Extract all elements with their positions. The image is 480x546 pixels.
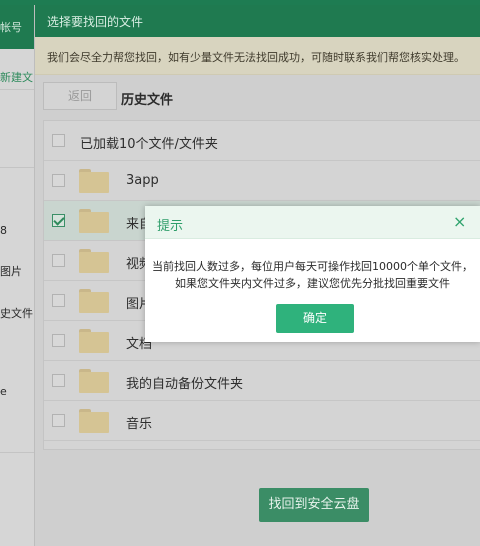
sidebar-divider: [0, 167, 34, 168]
alert-dialog: 提示 × 当前找回人数过多，每位用户每天可操作找回10000个单个文件， 如果您…: [145, 206, 480, 342]
loaded-count-label: 已加载10个文件/文件夹: [80, 137, 218, 152]
dialog-title: 选择要找回的文件: [47, 15, 144, 29]
app-header-left: 帐号: [0, 5, 34, 49]
sidebar-divider: [0, 89, 34, 90]
file-row[interactable]: 3app: [44, 161, 480, 201]
row-checkbox[interactable]: [52, 334, 65, 347]
sidebar-item-new[interactable]: 新建文: [0, 69, 33, 85]
confirm-button[interactable]: 确定: [276, 304, 354, 333]
folder-icon: [79, 369, 109, 393]
alert-message-line1: 当前找回人数过多，每位用户每天可操作找回10000个单个文件，: [152, 260, 473, 273]
breadcrumb: 历史文件: [121, 93, 174, 108]
list-header-row: 已加载10个文件/文件夹: [44, 121, 480, 161]
dialog-title-bar: 选择要找回的文件: [35, 5, 480, 37]
app-sidebar: 新建文 8 图片 史文件 e: [0, 49, 34, 546]
notice-text: 我们会尽全力帮您找回，如有少量文件无法找回成功，可随时联系我们帮您核实处理。: [47, 51, 465, 64]
close-icon[interactable]: ×: [453, 212, 466, 231]
back-button[interactable]: 返回: [43, 82, 117, 110]
file-row[interactable]: 我的自动备份文件夹: [44, 361, 480, 401]
alert-header: 提示 ×: [145, 206, 480, 239]
folder-icon: [79, 289, 109, 313]
select-all-checkbox[interactable]: [52, 134, 65, 147]
notice-banner: 我们会尽全力帮您找回，如有少量文件无法找回成功，可随时联系我们帮您核实处理。: [35, 37, 480, 75]
folder-icon: [79, 249, 109, 273]
file-row[interactable]: 音乐: [44, 401, 480, 441]
row-checkbox[interactable]: [52, 374, 65, 387]
folder-icon: [79, 209, 109, 233]
sidebar-item-misc: e: [0, 385, 7, 398]
sidebar-item-images[interactable]: 图片: [0, 263, 22, 279]
row-checkbox[interactable]: [52, 174, 65, 187]
alert-title: 提示: [157, 219, 184, 234]
folder-icon: [79, 409, 109, 433]
folder-icon: [79, 169, 109, 193]
file-name: 我的自动备份文件夹: [126, 377, 244, 392]
sidebar-item-count: 8: [0, 224, 7, 237]
file-name: 3app: [126, 173, 159, 188]
alert-message-line2: 如果您文件夹内文件过多，建议您优先分批找回重要文件: [175, 277, 450, 290]
row-checkbox[interactable]: [52, 214, 65, 227]
row-checkbox[interactable]: [52, 254, 65, 267]
sidebar-divider: [0, 452, 34, 453]
row-checkbox[interactable]: [52, 294, 65, 307]
header-fragment: 帐号: [0, 21, 22, 34]
row-checkbox[interactable]: [52, 414, 65, 427]
recover-to-cloud-button[interactable]: 找回到安全云盘: [259, 488, 369, 522]
file-name: 音乐: [126, 417, 153, 432]
folder-icon: [79, 329, 109, 353]
sidebar-item-history[interactable]: 史文件: [0, 305, 33, 321]
